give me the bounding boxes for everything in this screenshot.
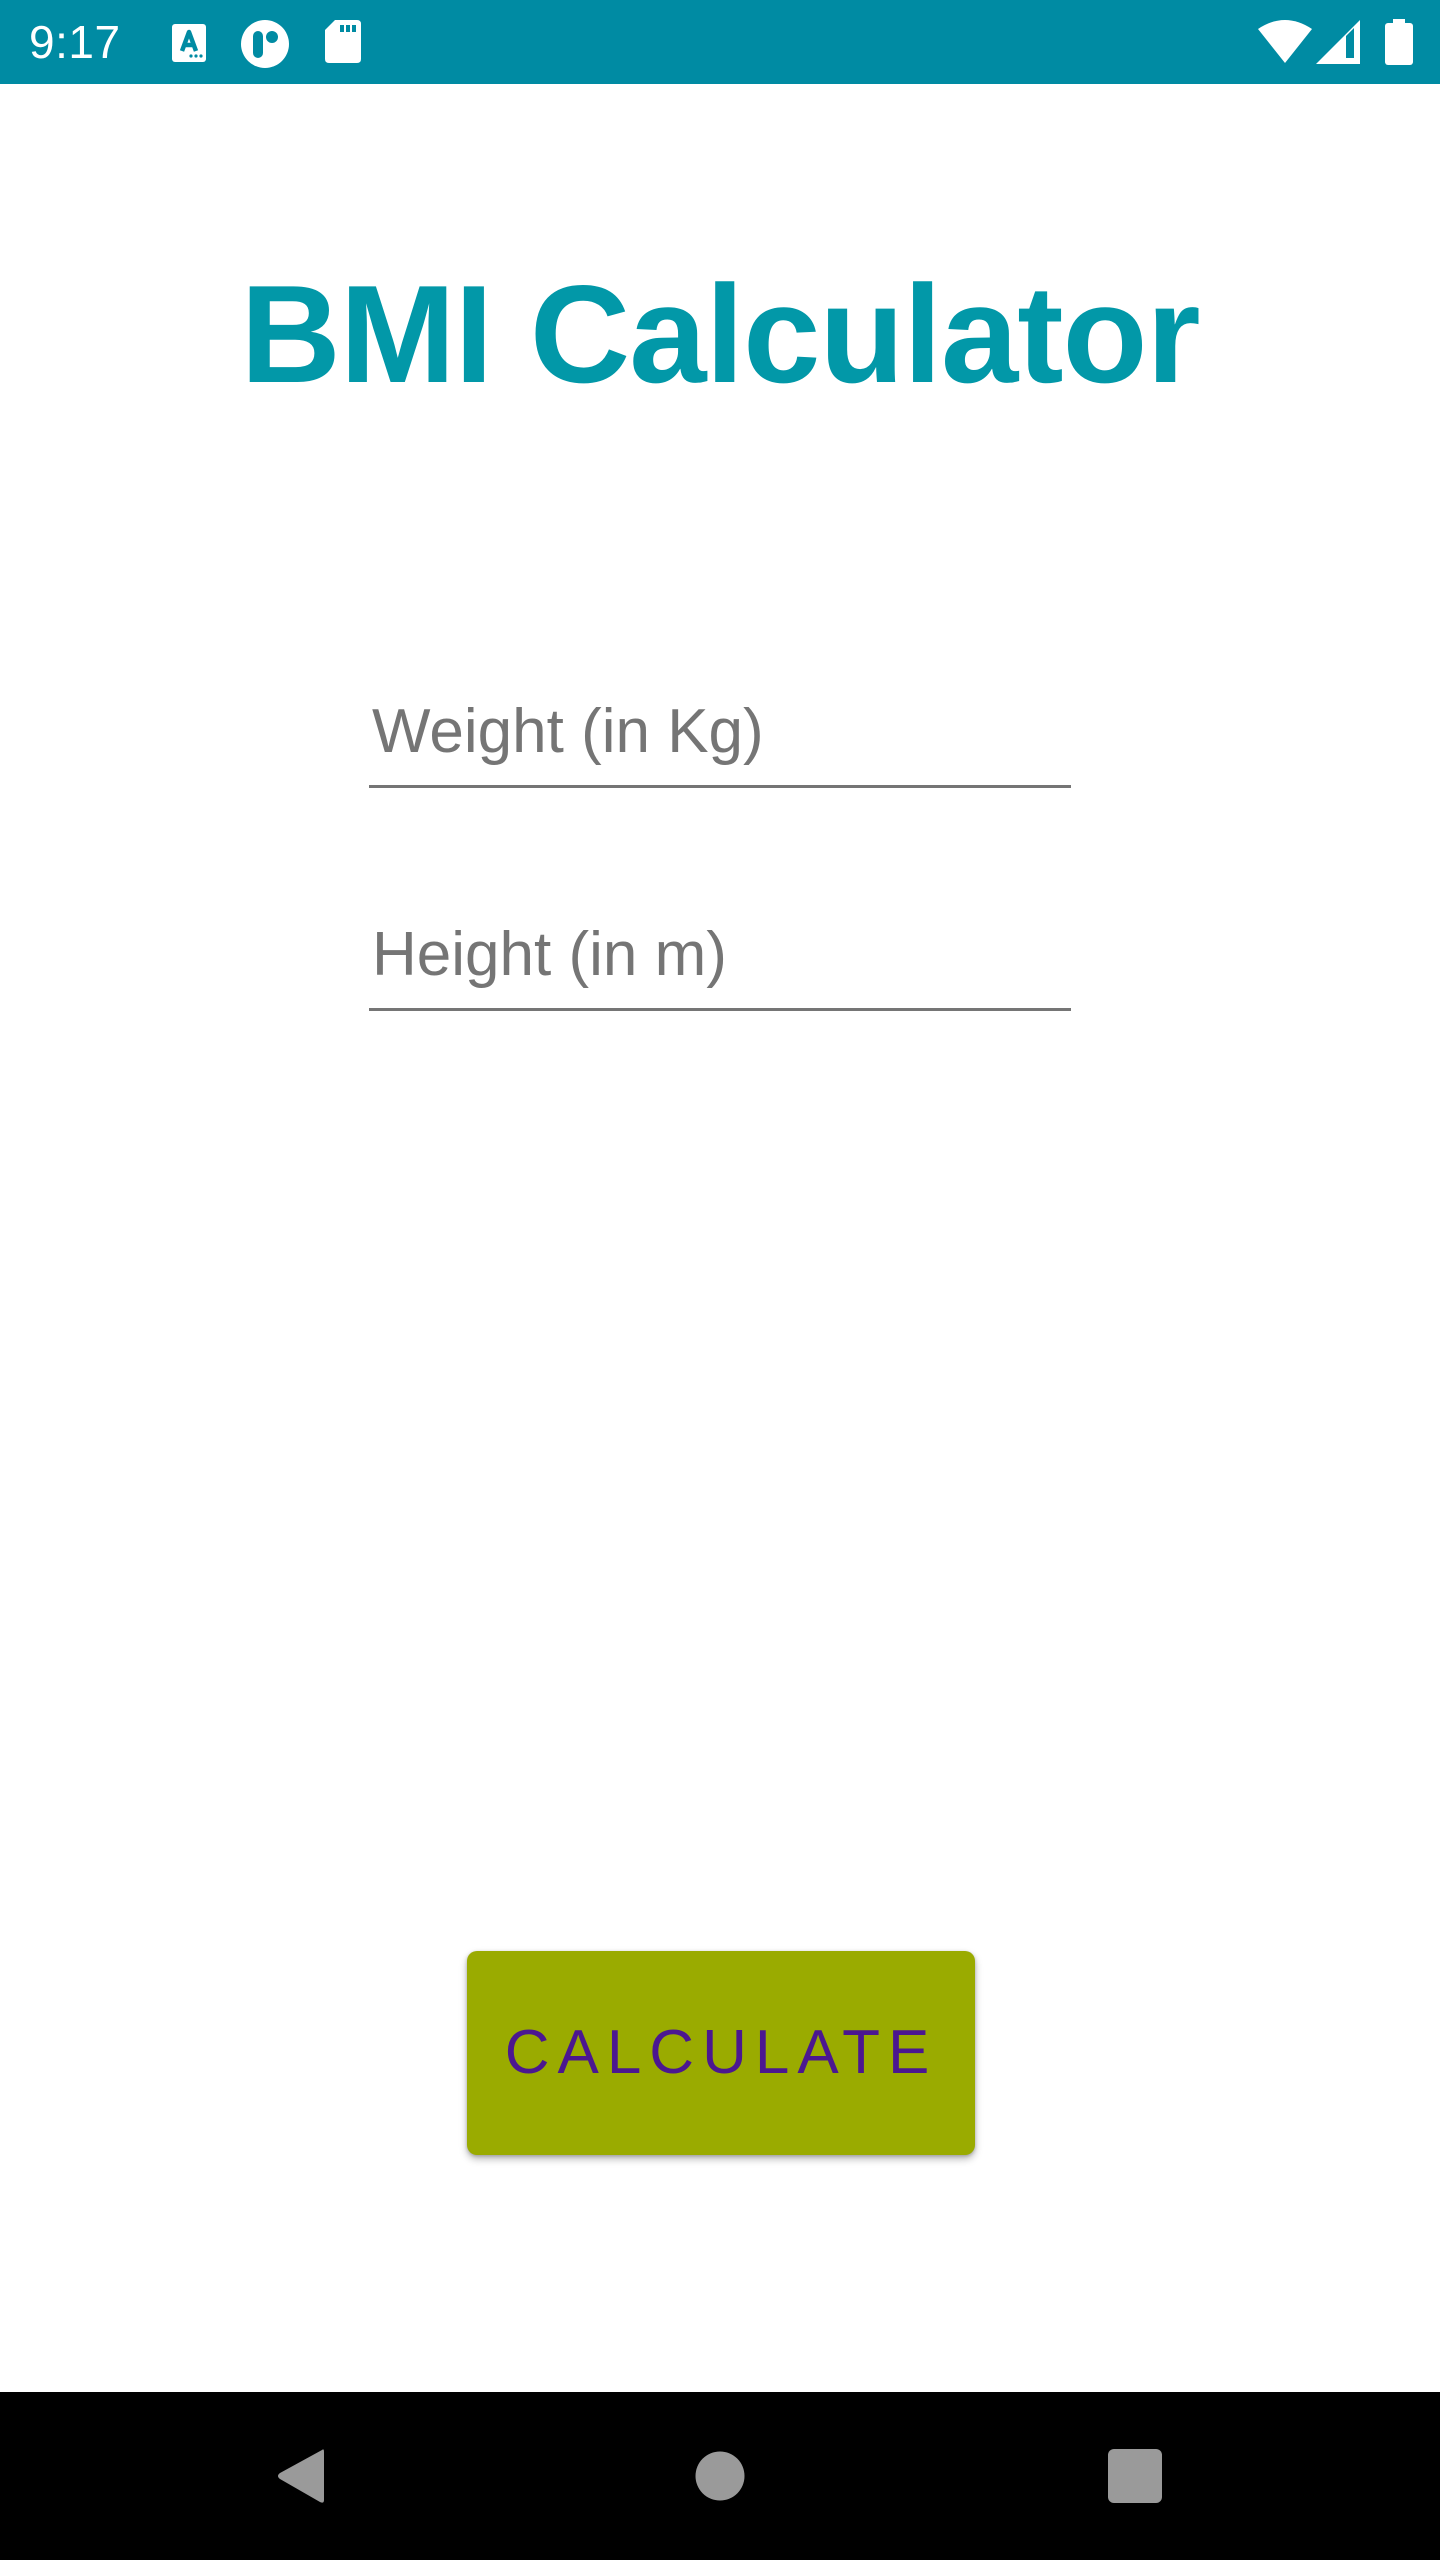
battery-icon (1385, 19, 1413, 65)
wifi-icon (1258, 20, 1312, 63)
weight-field-container (369, 692, 1071, 788)
status-time: 9:17 (29, 16, 121, 68)
sd-card-icon (325, 20, 361, 63)
weight-input[interactable] (369, 692, 1071, 788)
height-input[interactable] (369, 915, 1071, 1011)
recents-icon[interactable] (1108, 2449, 1162, 2503)
navigation-bar (0, 2392, 1440, 2560)
height-field-container (369, 915, 1071, 1011)
calculate-button[interactable]: CALCULATE (467, 1951, 975, 2155)
accessibility-a-icon (172, 24, 206, 62)
app-circle-icon (241, 20, 289, 68)
cell-signal-icon (1316, 20, 1360, 64)
back-icon[interactable] (274, 2446, 328, 2506)
status-bar: 9:17 (0, 0, 1440, 84)
home-icon[interactable] (695, 2451, 745, 2501)
app-title: BMI Calculator (240, 257, 1200, 412)
